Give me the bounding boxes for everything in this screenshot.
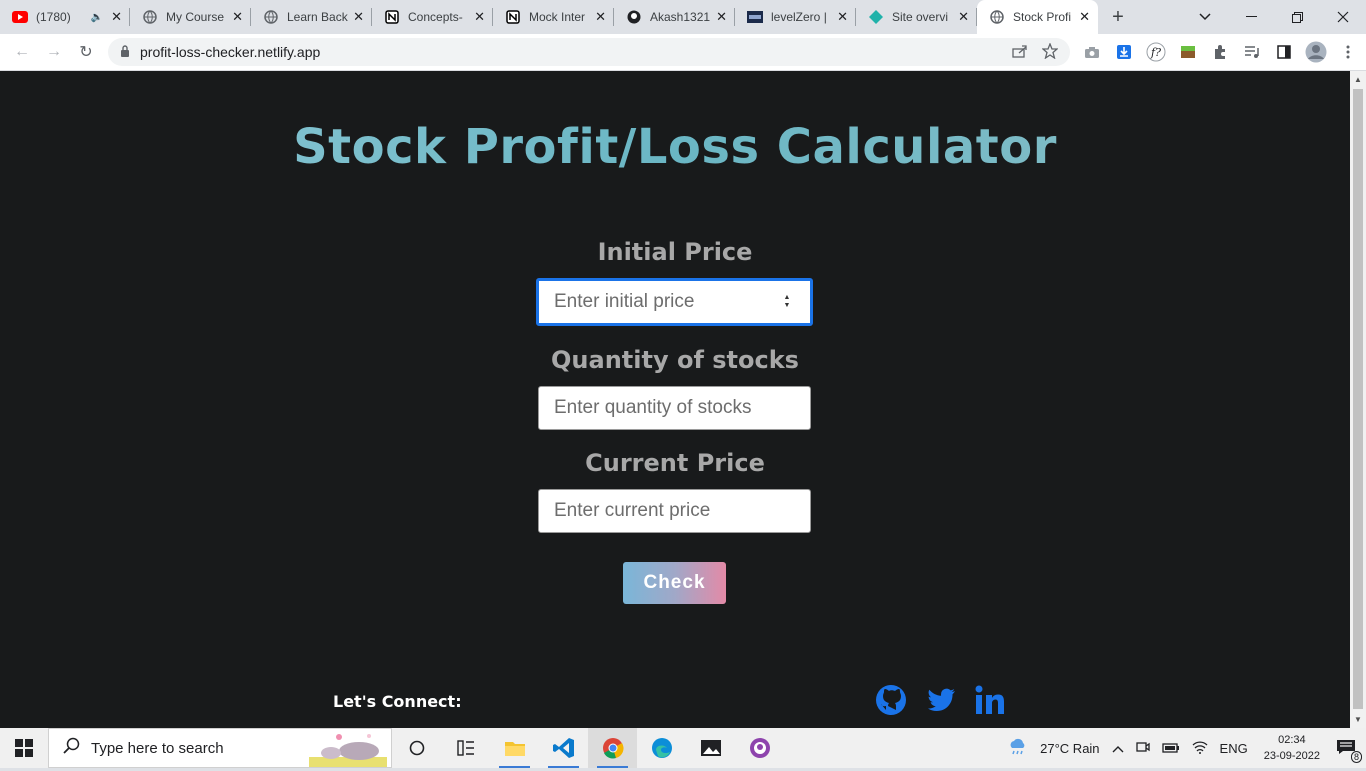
search-placeholder: Type here to search <box>91 739 224 757</box>
edge-icon[interactable] <box>637 728 686 768</box>
taskbar-search-box[interactable]: Type here to search <box>48 728 392 768</box>
extensions-puzzle-icon[interactable] <box>1204 40 1236 64</box>
notification-center-icon[interactable]: 8 <box>1336 738 1362 763</box>
browser-tab[interactable]: Mock Inter ✕ <box>493 0 614 34</box>
widgets-icon[interactable] <box>441 728 490 768</box>
profile-avatar[interactable] <box>1300 40 1332 64</box>
clock-time: 02:34 <box>1278 734 1306 746</box>
scroll-down-icon[interactable]: ▼ <box>1354 715 1362 724</box>
download-icon[interactable] <box>1108 40 1140 64</box>
initial-price-input[interactable] <box>536 278 813 326</box>
globe-icon <box>263 9 279 25</box>
file-explorer-icon[interactable] <box>490 728 539 768</box>
bookmark-star-icon[interactable] <box>1041 41 1059 62</box>
clock[interactable]: 02:34 23-09-2022 <box>1264 732 1320 764</box>
browser-tab[interactable]: Learn Back ✕ <box>251 0 372 34</box>
page-scrollbar[interactable]: ▲ ▼ <box>1350 71 1366 728</box>
linkedin-icon[interactable] <box>974 683 1008 717</box>
minimize-button[interactable] <box>1228 0 1274 34</box>
minecraft-extension-icon[interactable] <box>1172 40 1204 64</box>
restore-button[interactable] <box>1274 0 1320 34</box>
wifi-icon[interactable] <box>1192 740 1208 757</box>
forward-icon[interactable]: → <box>38 36 70 68</box>
lock-icon[interactable] <box>120 44 130 60</box>
clock-date: 23-09-2022 <box>1263 750 1320 762</box>
youtube-icon <box>12 9 28 25</box>
notion-icon <box>505 9 521 25</box>
audio-playing-icon[interactable]: 🔈 <box>91 12 103 23</box>
close-tab-icon[interactable]: ✕ <box>232 9 243 25</box>
tab-search-icon[interactable] <box>1182 0 1228 34</box>
weather-rain-icon[interactable] <box>1008 738 1028 759</box>
quantity-input[interactable] <box>538 386 811 430</box>
windows-taskbar: Type here to search 27°C Rain ENG 02:34 … <box>0 728 1366 768</box>
language-indicator[interactable]: ENG <box>1220 741 1248 756</box>
close-tab-icon[interactable]: ✕ <box>474 9 485 25</box>
media-control-icon[interactable] <box>1236 40 1268 64</box>
notion-icon <box>384 9 400 25</box>
new-tab-button[interactable]: + <box>1098 0 1138 34</box>
browser-tab[interactable]: Akash1321 ✕ <box>614 0 735 34</box>
windows-start-button[interactable] <box>0 728 48 768</box>
scroll-up-icon[interactable]: ▲ <box>1354 75 1362 84</box>
current-price-input[interactable] <box>538 489 811 533</box>
close-tab-icon[interactable]: ✕ <box>353 9 364 25</box>
address-bar[interactable]: profit-loss-checker.netlify.app <box>108 38 1070 66</box>
browser-toolbar: ← → ↻ profit-loss-checker.netlify.app f? <box>0 34 1366 71</box>
close-tab-icon[interactable]: ✕ <box>837 9 848 25</box>
browser-tab[interactable]: Concepts- ✕ <box>372 0 493 34</box>
netlify-icon <box>868 9 884 25</box>
chrome-icon[interactable] <box>588 728 637 768</box>
github-icon <box>626 9 642 25</box>
photos-icon[interactable] <box>686 728 735 768</box>
search-highlight-illustration <box>309 731 387 771</box>
camera-icon[interactable] <box>1076 40 1108 64</box>
current-price-label: Current Price <box>585 449 765 477</box>
github-icon[interactable] <box>874 683 908 717</box>
globe-icon <box>142 9 158 25</box>
number-spinner-icon[interactable]: ▲ ▼ <box>780 292 794 312</box>
check-button[interactable]: Check <box>623 562 726 604</box>
close-window-button[interactable] <box>1320 0 1366 34</box>
browser-tab-bar: (1780) 🔈 ✕ My Course ✕ Learn Back ✕ Conc… <box>0 0 1366 34</box>
browser-tab[interactable]: levelZero | ✕ <box>735 0 856 34</box>
close-tab-icon[interactable]: ✕ <box>1079 9 1090 25</box>
levelzero-icon <box>747 9 763 25</box>
page-content: Stock Profit/Loss Calculator Initial Pri… <box>0 71 1350 728</box>
close-tab-icon[interactable]: ✕ <box>111 9 122 25</box>
task-view-icon[interactable] <box>392 728 441 768</box>
url-text: profit-loss-checker.netlify.app <box>140 44 321 60</box>
notification-count: 8 <box>1350 750 1362 763</box>
initial-price-label: Initial Price <box>597 238 753 266</box>
scrollbar-thumb[interactable] <box>1353 89 1363 709</box>
close-tab-icon[interactable]: ✕ <box>716 9 727 25</box>
back-icon[interactable]: ← <box>6 36 38 68</box>
browser-tab[interactable]: (1780) 🔈 ✕ <box>0 0 130 34</box>
chrome-menu-icon[interactable] <box>1332 40 1364 64</box>
search-icon <box>63 737 81 760</box>
browser-tab[interactable]: Site overvi ✕ <box>856 0 977 34</box>
browser-tab[interactable]: My Course ✕ <box>130 0 251 34</box>
battery-icon[interactable] <box>1161 741 1180 756</box>
close-tab-icon[interactable]: ✕ <box>595 9 606 25</box>
page-title: Stock Profit/Loss Calculator <box>0 119 1350 175</box>
system-tray: 27°C Rain ENG 02:34 23-09-2022 8 <box>1002 728 1366 768</box>
vscode-icon[interactable] <box>539 728 588 768</box>
reload-icon[interactable]: ↻ <box>70 36 102 68</box>
twitter-icon[interactable] <box>924 683 958 717</box>
formula-extension-icon[interactable]: f? <box>1140 40 1172 64</box>
show-hidden-icons[interactable] <box>1112 741 1124 756</box>
side-panel-icon[interactable] <box>1268 40 1300 64</box>
svg-text:f?: f? <box>1150 46 1161 59</box>
connect-label: Let's Connect: <box>333 692 462 711</box>
close-tab-icon[interactable]: ✕ <box>958 9 969 25</box>
share-icon[interactable] <box>1012 44 1028 61</box>
globe-icon <box>989 9 1005 25</box>
github-desktop-icon[interactable] <box>735 728 784 768</box>
quantity-label: Quantity of stocks <box>551 346 799 374</box>
weather-text[interactable]: 27°C Rain <box>1040 741 1099 756</box>
meet-now-icon[interactable] <box>1135 740 1150 757</box>
browser-tab-active[interactable]: Stock Profi ✕ <box>977 0 1098 34</box>
